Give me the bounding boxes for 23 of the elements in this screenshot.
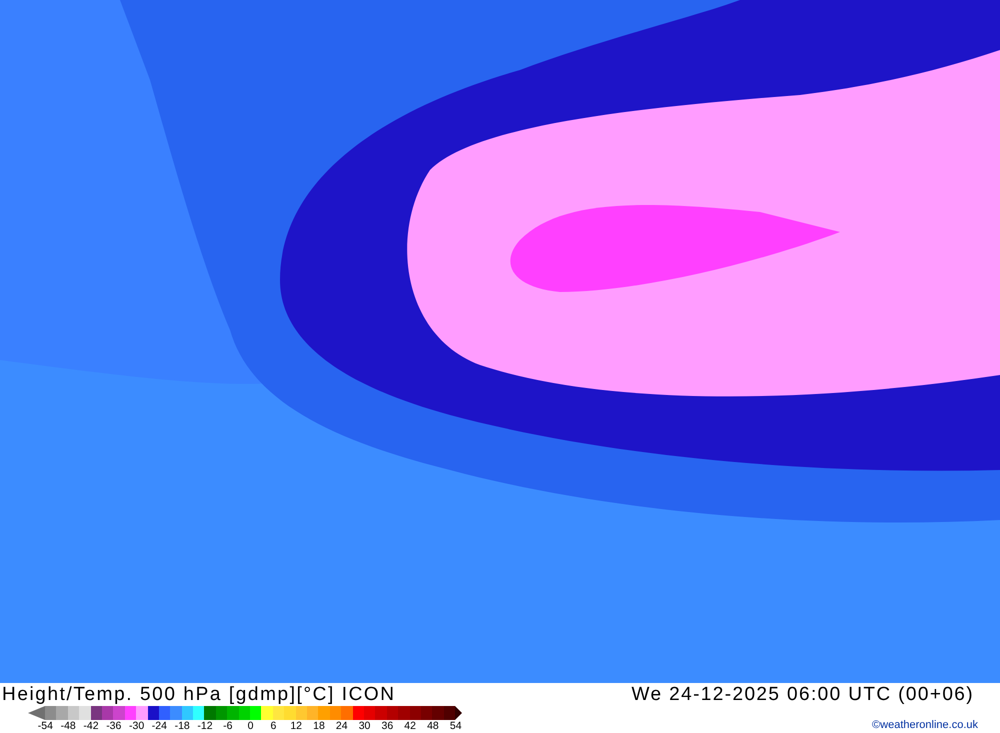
- map-title: Height/Temp. 500 hPa [gdmp][°C] ICON: [2, 684, 396, 706]
- scale-tick-label: 42: [403, 720, 417, 732]
- scale-tick-label: -24: [150, 720, 168, 732]
- copyright-link[interactable]: ©weatheronline.co.uk: [872, 719, 978, 731]
- scale-tick-label: -12: [196, 720, 214, 732]
- scale-tick-label: -54: [36, 720, 54, 732]
- scale-tick-label: -18: [174, 720, 191, 732]
- scale-right-arrow-icon: [455, 706, 462, 720]
- scale-tick-label: -48: [60, 720, 77, 732]
- scale-tick-label: 30: [358, 720, 372, 732]
- scale-tick-label: 54: [448, 720, 463, 732]
- scale-tick-label: -30: [128, 720, 146, 732]
- scale-tick-label: 12: [289, 720, 303, 732]
- scale-tick-label: 36: [380, 720, 394, 732]
- forecast-time: We 24-12-2025 06:00 UTC (00+06): [632, 684, 974, 706]
- scale-tick-label: 6: [269, 720, 278, 732]
- scale-tick-label: -42: [82, 720, 100, 732]
- scale-tick-label: 24: [334, 720, 349, 732]
- scale-tick-label: -36: [105, 720, 122, 732]
- scale-tick-label: 18: [312, 720, 326, 732]
- scale-tick-label: 0: [246, 720, 254, 732]
- scale-tick-label: -6: [222, 720, 234, 732]
- scale-tick-label: 48: [426, 720, 440, 732]
